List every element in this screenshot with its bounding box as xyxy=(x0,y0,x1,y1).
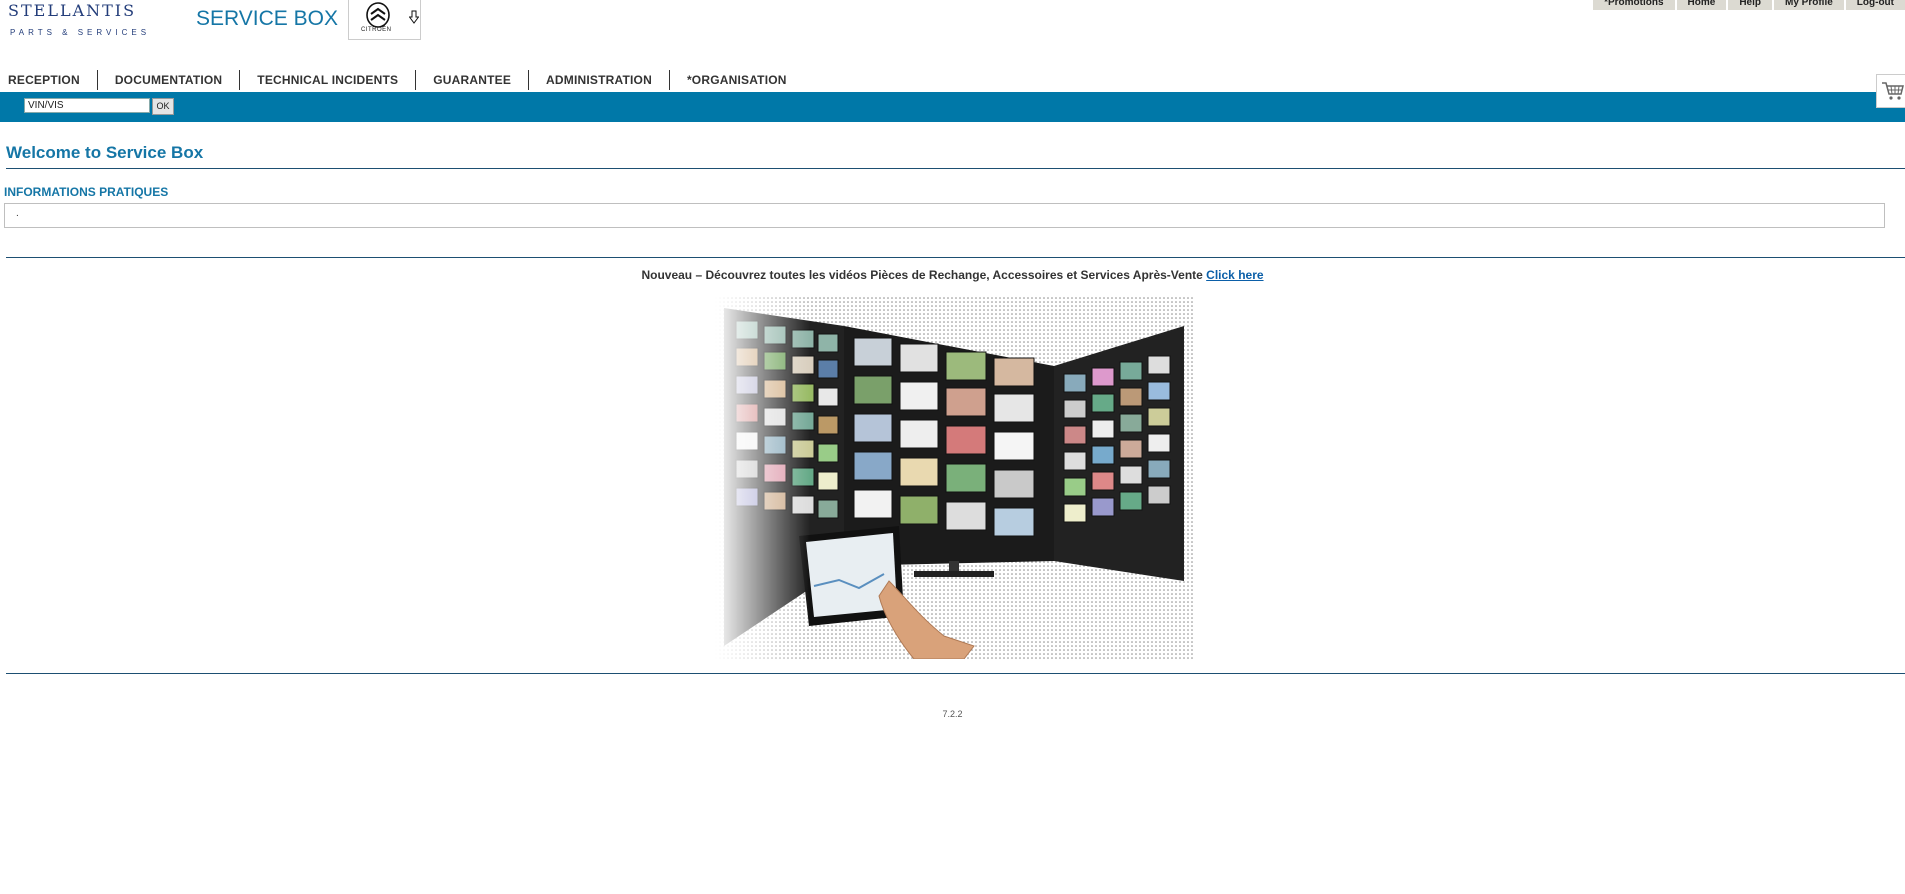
section-label: INFORMATIONS PRATIQUES xyxy=(4,185,169,199)
info-text: . xyxy=(16,208,19,219)
top-link-promotions[interactable]: *Promotions xyxy=(1593,0,1675,10)
nav-organisation[interactable]: *ORGANISATION xyxy=(668,70,804,90)
stellantis-logo: STELLANTIS PARTS & SERVICES xyxy=(8,0,150,37)
download-arrow-icon[interactable] xyxy=(409,10,419,24)
nav-documentation[interactable]: DOCUMENTATION xyxy=(96,70,239,90)
logo-main-text: STELLANTIS xyxy=(8,1,137,20)
video-wall-image[interactable] xyxy=(714,296,1194,659)
vin-search-ok-button[interactable]: OK xyxy=(152,98,174,115)
top-link-home[interactable]: Home xyxy=(1674,0,1727,10)
top-links: *Promotions Home Help My Profile Log-out xyxy=(1593,0,1905,10)
search-bar: OK xyxy=(0,92,1905,122)
nav-guarantee[interactable]: GUARANTEE xyxy=(415,70,528,90)
divider xyxy=(6,168,1905,169)
nav-administration[interactable]: ADMINISTRATION xyxy=(528,70,669,90)
nav-reception[interactable]: RECEPTION xyxy=(0,70,97,90)
nav-technical-incidents[interactable]: TECHNICAL INCIDENTS xyxy=(239,70,415,90)
promo-banner: Nouveau – Découvrez toutes les vidéos Pi… xyxy=(0,268,1905,282)
brand-selector[interactable]: CITROËN xyxy=(348,0,421,40)
app-title: SERVICE BOX xyxy=(196,7,338,30)
version-label: 7.2.2 xyxy=(942,709,963,719)
divider xyxy=(6,673,1905,674)
shopping-cart-icon xyxy=(1882,82,1904,100)
promo-text: Nouveau – Découvrez toutes les vidéos Pi… xyxy=(641,268,1203,282)
info-panel: . xyxy=(4,203,1885,228)
top-link-logout[interactable]: Log-out xyxy=(1843,0,1905,10)
brand-name: CITROËN xyxy=(361,27,392,33)
page-title: Welcome to Service Box xyxy=(6,143,204,162)
vin-search-input[interactable] xyxy=(24,98,150,113)
cart-button[interactable] xyxy=(1876,74,1905,108)
logo-sub-text: PARTS & SERVICES xyxy=(10,28,151,37)
main-nav: RECEPTION DOCUMENTATION TECHNICAL INCIDE… xyxy=(0,70,804,90)
top-link-help[interactable]: Help xyxy=(1726,0,1772,10)
top-link-my-profile[interactable]: My Profile xyxy=(1772,0,1844,10)
promo-click-here-link[interactable]: Click here xyxy=(1206,268,1263,282)
divider xyxy=(6,257,1905,258)
